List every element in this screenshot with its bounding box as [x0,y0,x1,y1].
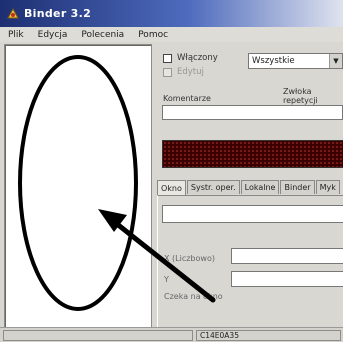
menu-edit[interactable]: Edycja [38,30,68,40]
enabled-row[interactable]: Włączony [163,53,218,63]
filter-value: Wszystkie [252,56,295,66]
chevron-down-icon[interactable]: ▼ [329,54,342,68]
tab-window[interactable]: Okno [157,180,186,195]
status-bar: C14E0A35 [0,327,343,342]
binder-app-icon [7,7,19,18]
status-code: C14E0A35 [196,330,341,341]
window-field[interactable] [162,205,343,223]
annotation-ellipse-icon [18,55,138,311]
title-bar: Binder 3.2 [0,0,343,27]
led-display [162,140,343,168]
options-panel: Włączony Edytuj Wszystkie ▼ Komentarze Z… [155,44,343,327]
menu-file[interactable]: Plik [8,30,24,40]
comment-label: Komentarze [163,94,211,103]
edit-row: Edytuj [163,67,204,77]
tab-content: X (Liczbowo) Y Czeka na okno [157,195,343,327]
tab-binder[interactable]: Binder [280,180,315,194]
tab-myk[interactable]: Myk [315,180,340,194]
window-list-pane[interactable] [4,44,152,328]
menu-commands[interactable]: Polecenia [81,30,124,40]
window-title: Binder 3.2 [24,7,92,20]
y-label: Y [164,275,169,284]
tab-os[interactable]: Systr. oper. [186,180,240,194]
enabled-label: Włączony [177,53,218,63]
edit-checkbox[interactable] [163,67,172,77]
tab-local[interactable]: Lokalne [240,180,280,194]
menu-bar: Plik Edycja Polecenia Pomoc [0,27,343,42]
filter-dropdown[interactable]: Wszystkie ▼ [248,53,343,69]
tab-strip: Okno Systr. oper. Lokalne Binder Myk [157,180,343,195]
binder-window: Binder 3.2 Plik Edycja Polecenia Pomoc W… [0,0,343,342]
empty-window-label: Czeka na okno [164,292,223,301]
y-input[interactable] [231,271,343,287]
status-cell-main [3,330,193,341]
delay-label: Zwłoka repetycji [283,87,318,105]
x-label: X (Liczbowo) [164,254,215,263]
menu-help[interactable]: Pomoc [138,30,168,40]
enabled-checkbox[interactable] [163,53,172,63]
edit-label: Edytuj [177,67,204,77]
x-input[interactable] [231,248,343,264]
comment-input[interactable] [162,105,343,120]
